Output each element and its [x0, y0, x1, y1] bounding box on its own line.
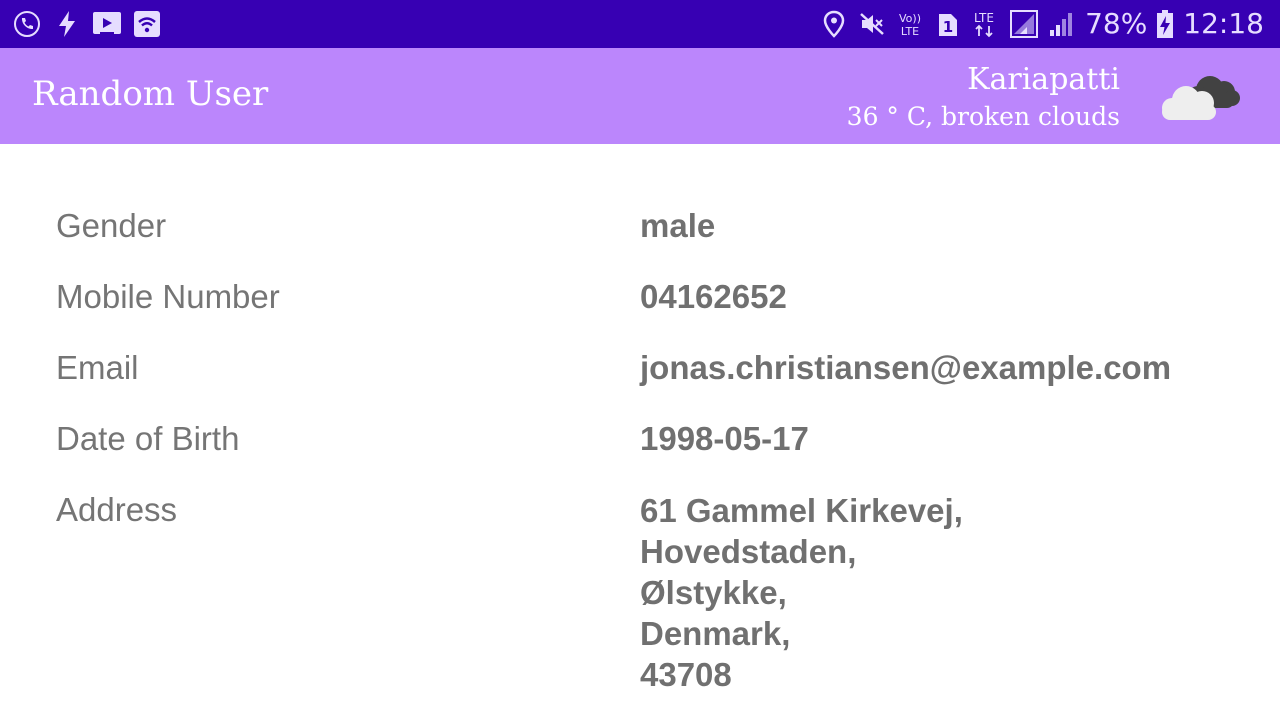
cellular-signal-icon	[1009, 9, 1039, 39]
status-bar-right: Vo)) LTE 1 LTE 78% 12:18	[819, 0, 1264, 48]
address-line-city: Ølstykke,	[640, 574, 787, 611]
email-value: jonas.christiansen@example.com	[640, 349, 1172, 386]
weather-summary: Kariapatti 36 ° C, broken clouds	[847, 60, 1120, 134]
user-details: Gender male Mobile Number 04162652 Email…	[0, 144, 1280, 720]
signal-strength-icon	[1047, 9, 1077, 39]
broken-clouds-icon	[1158, 70, 1242, 124]
status-bar-left	[12, 0, 162, 48]
battery-charging-icon	[1155, 9, 1175, 39]
gender-label: Gender	[56, 207, 167, 244]
status-bar: Vo)) LTE 1 LTE 78% 12:18	[0, 0, 1280, 48]
weather-condition: 36 ° C, broken clouds	[846, 102, 1120, 131]
page-title: Random User	[32, 74, 269, 114]
address-value: 61 Gammel Kirkevej, Hovedstaden, Ølstykk…	[640, 490, 963, 695]
address-line-street: 61 Gammel Kirkevej,	[640, 492, 963, 529]
email-label: Email	[56, 349, 139, 386]
volte-icon: Vo)) LTE	[895, 9, 925, 39]
wifi-hotspot-icon	[132, 9, 162, 39]
mobile-label: Mobile Number	[56, 278, 280, 315]
location-icon	[819, 9, 849, 39]
address-line-country: Denmark,	[640, 615, 791, 652]
weather-city: Kariapatti	[967, 62, 1120, 97]
call-recording-icon	[12, 9, 42, 39]
flash-icon	[52, 9, 82, 39]
battery-percent: 78%	[1085, 7, 1148, 40]
volte-bottom-label: LTE	[901, 25, 919, 38]
gender-value: male	[640, 207, 716, 244]
address-line-postcode: 43708	[640, 656, 732, 693]
cast-screen-icon	[92, 9, 122, 39]
lte-signal-icon: LTE	[971, 9, 1001, 39]
lte-label: LTE	[974, 11, 994, 25]
address-label: Address	[56, 491, 178, 528]
app-bar: Random User Kariapatti 36 ° C, broken cl…	[0, 48, 1280, 144]
sim-one-icon: 1	[933, 9, 963, 39]
dob-label: Date of Birth	[56, 420, 240, 457]
mobile-value: 04162652	[640, 278, 787, 315]
clock-time: 12:18	[1183, 7, 1264, 40]
volte-top-label: Vo))	[899, 12, 921, 25]
dob-value: 1998-05-17	[640, 420, 809, 457]
address-line-state: Hovedstaden,	[640, 533, 857, 570]
sim-slot-label: 1	[943, 18, 953, 36]
mute-icon	[857, 9, 887, 39]
